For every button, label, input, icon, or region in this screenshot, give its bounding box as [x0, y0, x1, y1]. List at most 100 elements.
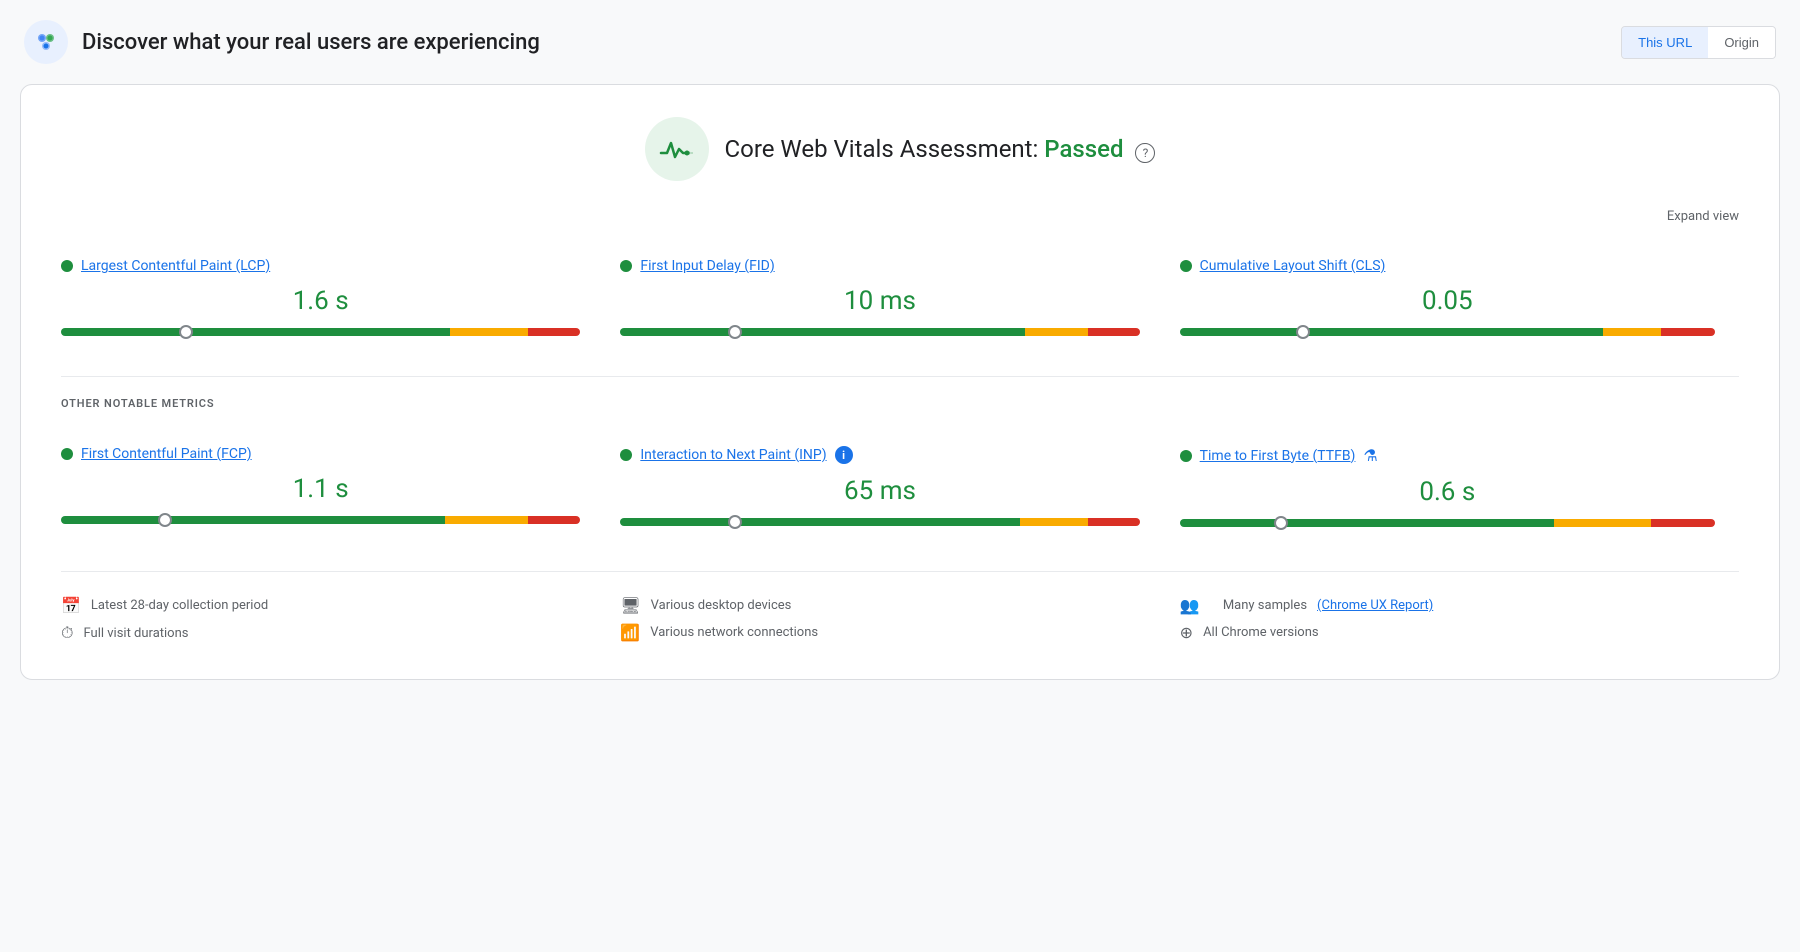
metric-label-row-lcp: Largest Contentful Paint (LCP) — [61, 258, 580, 274]
footer-text-1-2: Full visit durations — [83, 626, 188, 641]
footer-text-2-1: Various desktop devices — [651, 598, 792, 613]
metric-item-inp: Interaction to Next Paint (INP) i 65 ms — [620, 426, 1179, 547]
metric-label-cls[interactable]: Cumulative Layout Shift (CLS) — [1200, 258, 1386, 274]
bar-marker-cls — [1296, 325, 1310, 339]
cwv-help-icon[interactable]: ? — [1135, 143, 1155, 163]
bar-track-inp — [620, 518, 1139, 526]
bar-marker-inp — [728, 515, 742, 529]
progress-bar-fid — [620, 328, 1139, 336]
bar-track-ttfb — [1180, 519, 1715, 527]
status-dot-cls — [1180, 260, 1192, 272]
expand-view-link[interactable]: Expand view — [1667, 209, 1739, 224]
bar-orange-inp — [1020, 518, 1088, 526]
metric-label-lcp[interactable]: Largest Contentful Paint (LCP) — [81, 258, 270, 274]
metric-value-cls: 0.05 — [1180, 286, 1715, 316]
footer-item-1-1: 📅Latest 28-day collection period — [61, 592, 620, 619]
footer-item-2-2: 📶Various network connections — [620, 619, 1179, 646]
footer-col-1: 📅Latest 28-day collection period ⏱ Full vi… — [61, 592, 620, 647]
metric-label-row-fid: First Input Delay (FID) — [620, 258, 1139, 274]
bar-orange-fcp — [445, 516, 528, 524]
footer-icon-3-1: 👥 — [1180, 596, 1200, 615]
footer-icon-1-1: 📅 — [61, 596, 81, 615]
bar-track-lcp — [61, 328, 580, 336]
bar-marker-ttfb — [1274, 516, 1288, 530]
cwv-title: Core Web Vitals Assessment: Passed ? — [725, 135, 1156, 163]
footer-item-3-1: 👥 Many samples (Chrome UX Report) — [1180, 592, 1739, 619]
main-card: Core Web Vitals Assessment: Passed ? Exp… — [20, 84, 1780, 680]
section-divider — [61, 376, 1739, 377]
progress-bar-inp — [620, 518, 1139, 526]
origin-button[interactable]: Origin — [1708, 27, 1775, 58]
footer-text-3-2: All Chrome versions — [1203, 625, 1319, 640]
footer-icon-1-2: ⏱ — [61, 623, 73, 643]
bar-orange-ttfb — [1554, 519, 1650, 527]
page-title: Discover what your real users are experi… — [82, 30, 540, 55]
bar-green-inp — [620, 518, 1020, 526]
metric-value-fcp: 1.1 s — [61, 474, 580, 504]
flask-icon-ttfb: ⚗ — [1363, 446, 1377, 465]
info-badge-inp[interactable]: i — [835, 446, 853, 464]
status-dot-inp — [620, 449, 632, 461]
metric-value-fid: 10 ms — [620, 286, 1139, 316]
progress-bar-ttfb — [1180, 519, 1715, 527]
bar-orange-cls — [1603, 328, 1662, 336]
cwv-title-row: Core Web Vitals Assessment: Passed ? — [645, 117, 1156, 181]
bar-green-fid — [620, 328, 1025, 336]
bar-orange-lcp — [450, 328, 528, 336]
cwv-icon — [645, 117, 709, 181]
bar-track-cls — [1180, 328, 1715, 336]
bar-red-inp — [1088, 518, 1140, 526]
footer-icon-2-2: 📶 — [620, 623, 640, 642]
metric-label-fid[interactable]: First Input Delay (FID) — [640, 258, 774, 274]
footer-link-3-1[interactable]: (Chrome UX Report) — [1317, 598, 1433, 613]
bar-marker-lcp — [179, 325, 193, 339]
bar-red-cls — [1661, 328, 1715, 336]
progress-bar-cls — [1180, 328, 1715, 336]
this-url-button[interactable]: This URL — [1622, 27, 1708, 58]
bar-track-fid — [620, 328, 1139, 336]
bar-red-lcp — [528, 328, 580, 336]
other-metrics-grid: First Contentful Paint (FCP) 1.1 s Interac… — [61, 426, 1739, 547]
status-dot-ttfb — [1180, 450, 1192, 462]
footer-text-3-1: Many samples — [1223, 598, 1307, 613]
bar-track-fcp — [61, 516, 580, 524]
footer-item-1-2: ⏱ Full visit durations — [61, 619, 620, 647]
bar-red-fcp — [528, 516, 580, 524]
metric-label-row-ttfb: Time to First Byte (TTFB) ⚗ — [1180, 446, 1715, 465]
footer-col-3: 👥 Many samples (Chrome UX Report) ⊕ All Chr… — [1180, 592, 1739, 647]
metric-value-lcp: 1.6 s — [61, 286, 580, 316]
metric-label-row-cls: Cumulative Layout Shift (CLS) — [1180, 258, 1715, 274]
expand-row: Expand view — [61, 201, 1739, 228]
metric-item-fcp: First Contentful Paint (FCP) 1.1 s — [61, 426, 620, 547]
metric-item-cls: Cumulative Layout Shift (CLS) 0.05 — [1180, 238, 1739, 356]
progress-bar-lcp — [61, 328, 580, 336]
status-dot-fid — [620, 260, 632, 272]
page-header: Discover what your real users are experi… — [20, 20, 1780, 64]
metric-label-fcp[interactable]: First Contentful Paint (FCP) — [81, 446, 252, 462]
metric-item-ttfb: Time to First Byte (TTFB) ⚗ 0.6 s — [1180, 426, 1739, 547]
metric-item-fid: First Input Delay (FID) 10 ms — [620, 238, 1179, 356]
metric-label-inp[interactable]: Interaction to Next Paint (INP) — [640, 447, 826, 463]
metric-value-inp: 65 ms — [620, 476, 1139, 506]
footer-icon-2-1: 🖥 — [620, 596, 640, 615]
cwv-header: Core Web Vitals Assessment: Passed ? — [61, 117, 1739, 181]
bar-marker-fcp — [158, 513, 172, 527]
logo-icon — [24, 20, 68, 64]
metric-label-row-inp: Interaction to Next Paint (INP) i — [620, 446, 1139, 464]
footer-col-2: 🖥 Various desktop devices 📶Various network… — [620, 592, 1179, 647]
metric-value-ttfb: 0.6 s — [1180, 477, 1715, 507]
progress-bar-fcp — [61, 516, 580, 524]
footer-info: 📅Latest 28-day collection period ⏱ Full vi… — [61, 571, 1739, 647]
bar-marker-fid — [728, 325, 742, 339]
other-metrics-label: OTHER NOTABLE METRICS — [61, 397, 1739, 410]
bar-green-fcp — [61, 516, 445, 524]
footer-item-2-1: 🖥 Various desktop devices — [620, 592, 1179, 619]
footer-icon-3-2: ⊕ — [1180, 623, 1193, 642]
status-dot-lcp — [61, 260, 73, 272]
metric-label-ttfb[interactable]: Time to First Byte (TTFB) — [1200, 448, 1356, 464]
bar-green-cls — [1180, 328, 1603, 336]
bar-green-lcp — [61, 328, 450, 336]
header-left: Discover what your real users are experi… — [24, 20, 540, 64]
metric-item-lcp: Largest Contentful Paint (LCP) 1.6 s — [61, 238, 620, 356]
footer-item-3-2: ⊕ All Chrome versions — [1180, 619, 1739, 646]
